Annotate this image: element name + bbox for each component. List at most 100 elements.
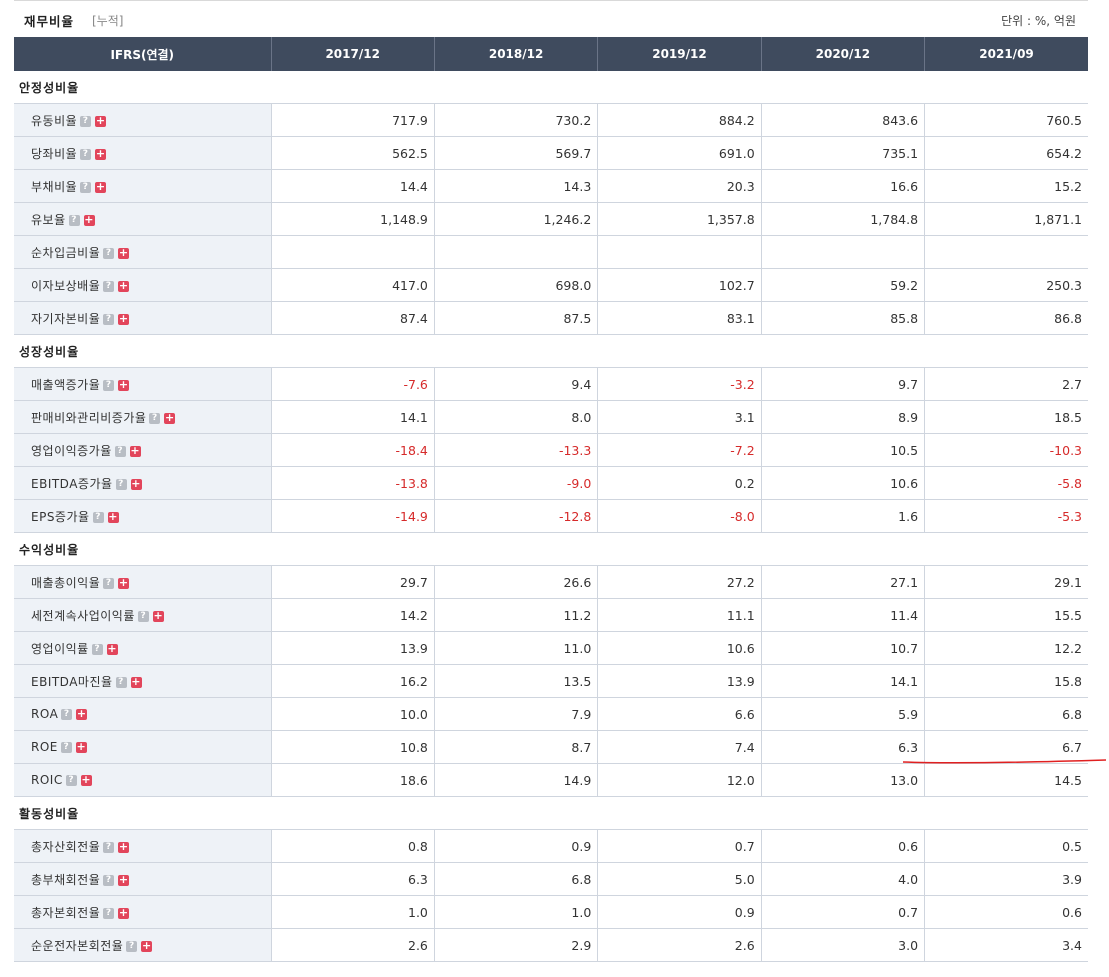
help-icon[interactable]: ? — [103, 247, 115, 259]
help-icon[interactable]: ? — [103, 577, 115, 589]
help-icon[interactable]: ? — [61, 709, 73, 720]
expand-plus-icon[interactable]: + — [118, 907, 130, 919]
expand-plus-icon[interactable]: + — [118, 313, 130, 325]
expand-plus-icon[interactable]: + — [118, 874, 130, 886]
ratio-label: 당좌비율 — [31, 146, 78, 161]
ratio-label-cell: ROA? + — [14, 697, 272, 731]
value-cell: 11.2 — [433, 598, 598, 632]
ratio-label-cell: 영업이익증가율? + — [14, 433, 272, 467]
expand-plus-icon[interactable]: + — [83, 214, 95, 226]
table-row: 세전계속사업이익률? +14.2 11.2 11.1 11.4 15.5 — [14, 598, 1088, 632]
help-icon[interactable]: ? — [92, 511, 104, 523]
expand-plus-icon[interactable]: + — [164, 412, 176, 424]
value-cell: 0.8 — [270, 829, 435, 863]
ratio-label-cell: 매출총이익율? + — [14, 565, 272, 599]
expand-plus-icon[interactable]: + — [130, 478, 142, 490]
help-icon[interactable]: ? — [68, 214, 80, 226]
value-cell: 698.0 — [433, 268, 598, 302]
section-title: 성장성비율 — [14, 334, 1088, 368]
help-icon[interactable]: ? — [65, 775, 77, 786]
value-cell: 87.5 — [433, 301, 598, 335]
value-cell: 0.7 — [597, 829, 762, 863]
ratio-label: 유동비율 — [31, 113, 78, 128]
value-cell — [433, 235, 598, 269]
table-row: 총부채회전율? +6.3 6.8 5.0 4.0 3.9 — [14, 862, 1088, 896]
ratio-label: 영업이익률 — [31, 641, 89, 656]
help-icon[interactable]: ? — [103, 379, 115, 391]
help-icon[interactable]: ? — [60, 742, 72, 753]
value-cell: 15.8 — [924, 664, 1088, 698]
help-icon[interactable]: ? — [80, 115, 92, 127]
help-icon[interactable]: ? — [103, 907, 115, 919]
help-icon[interactable]: ? — [80, 181, 92, 193]
value-cell: 6.3 — [270, 862, 435, 896]
expand-plus-icon[interactable]: + — [118, 280, 130, 292]
expand-plus-icon[interactable]: + — [129, 445, 141, 457]
value-cell: 59.2 — [760, 268, 925, 302]
value-cell: 1,784.8 — [760, 202, 925, 236]
ratio-label-cell: 총부채회전율? + — [14, 862, 272, 896]
help-icon[interactable]: ? — [115, 478, 127, 490]
value-cell: 18.6 — [270, 763, 435, 797]
value-cell: 102.7 — [597, 268, 762, 302]
ratio-label-cell: 총자산회전율? + — [14, 829, 272, 863]
value-cell: 11.0 — [433, 631, 598, 665]
table-row: 유보율? +1,148.9 1,246.2 1,357.8 1,784.8 1,871.1 — [14, 202, 1088, 236]
help-icon[interactable]: ? — [103, 313, 115, 325]
table-row: EBITDA마진율? +16.2 13.5 13.9 14.1 15.8 — [14, 664, 1088, 698]
value-cell: 14.2 — [270, 598, 435, 632]
help-icon[interactable]: ? — [80, 148, 92, 160]
expand-plus-icon[interactable]: + — [152, 610, 164, 622]
help-icon[interactable]: ? — [103, 874, 115, 886]
help-icon[interactable]: ? — [126, 940, 138, 952]
value-cell: -3.2 — [597, 367, 762, 401]
value-cell: -12.8 — [433, 499, 598, 533]
expand-plus-icon[interactable]: + — [107, 511, 119, 523]
ratio-label: 순차입금비율 — [31, 245, 101, 260]
value-cell: 15.5 — [924, 598, 1088, 632]
value-cell: 15.2 — [924, 169, 1088, 203]
value-cell: 0.6 — [924, 895, 1088, 929]
value-cell: 735.1 — [760, 136, 925, 170]
help-icon[interactable]: ? — [137, 610, 149, 622]
expand-plus-icon[interactable]: + — [95, 115, 107, 127]
ratio-label: ROIC — [31, 773, 63, 787]
value-cell: 6.8 — [924, 697, 1088, 731]
table-row: 판매비와관리비증가율? +14.1 8.0 3.1 8.9 18.5 — [14, 400, 1088, 434]
expand-plus-icon[interactable]: + — [75, 741, 87, 753]
expand-plus-icon[interactable]: + — [141, 940, 153, 952]
value-cell: 9.7 — [760, 367, 925, 401]
value-cell: 10.8 — [270, 730, 435, 764]
expand-plus-icon[interactable]: + — [76, 708, 88, 720]
value-cell: 884.2 — [597, 103, 762, 137]
expand-plus-icon[interactable]: + — [95, 181, 107, 193]
financial-ratio-table: IFRS(연결) 2017/12 2018/12 2019/12 2020/12… — [14, 37, 1088, 962]
value-cell: 4.0 — [760, 862, 925, 896]
value-cell: 9.4 — [433, 367, 598, 401]
help-icon[interactable]: ? — [91, 643, 103, 655]
column-header-2021-09: 2021/09 — [924, 37, 1088, 71]
ratio-label: ROA — [31, 707, 59, 721]
expand-plus-icon[interactable]: + — [118, 379, 130, 391]
value-cell: 2.7 — [924, 367, 1088, 401]
table-row: 매출액증가율? + -7.6 9.4 -3.2 9.7 2.7 — [14, 367, 1088, 401]
expand-plus-icon[interactable]: + — [118, 841, 130, 853]
expand-plus-icon[interactable]: + — [118, 247, 130, 259]
expand-plus-icon[interactable]: + — [95, 148, 107, 160]
expand-plus-icon[interactable]: + — [80, 774, 92, 786]
value-cell: 417.0 — [270, 268, 435, 302]
help-icon[interactable]: ? — [149, 412, 161, 424]
expand-plus-icon[interactable]: + — [106, 643, 118, 655]
value-cell: 12.0 — [597, 763, 762, 797]
value-cell: 0.2 — [597, 466, 762, 500]
expand-plus-icon[interactable]: + — [118, 577, 130, 589]
expand-plus-icon[interactable]: + — [130, 676, 142, 688]
table-title-bar: 재무비율 [누적] 단위 : %, 억원 — [14, 0, 1088, 38]
help-icon[interactable]: ? — [103, 280, 115, 292]
value-cell: 1.0 — [270, 895, 435, 929]
value-cell: 26.6 — [433, 565, 598, 599]
ratio-label-cell: EBITDA마진율? + — [14, 664, 272, 698]
help-icon[interactable]: ? — [103, 841, 115, 853]
help-icon[interactable]: ? — [114, 445, 126, 457]
help-icon[interactable]: ? — [115, 676, 127, 688]
